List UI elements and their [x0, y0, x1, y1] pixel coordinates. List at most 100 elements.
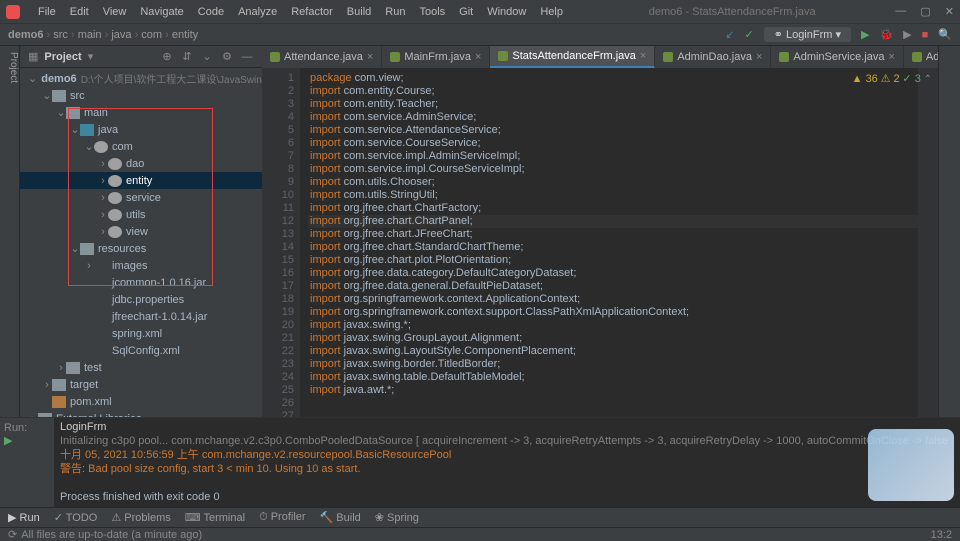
window-controls[interactable]: — ▢ ✕ — [895, 5, 954, 18]
menu-git[interactable]: Git — [453, 4, 479, 20]
stop-icon[interactable]: ■ — [922, 29, 929, 41]
code-line[interactable]: import javax.swing.GroupLayout.Alignment… — [308, 332, 918, 345]
tree-node[interactable]: ›dao — [20, 155, 262, 172]
breadcrumb-path[interactable]: demo6 › src › main › java › com › entity — [8, 29, 198, 41]
editor-tab[interactable]: AdminService.java× — [771, 46, 904, 68]
tree-node[interactable]: pom.xml — [20, 393, 262, 410]
close-tab-icon[interactable]: × — [888, 51, 894, 63]
caret-position[interactable]: 13:2 — [931, 529, 952, 541]
minimize-icon[interactable]: — — [895, 5, 906, 18]
close-tab-icon[interactable]: × — [756, 51, 762, 63]
close-icon[interactable]: ✕ — [945, 5, 954, 18]
code-area[interactable]: package com.view;import com.entity.Cours… — [300, 68, 918, 417]
code-line[interactable]: import com.service.impl.CourseServiceImp… — [308, 163, 918, 176]
menu-window[interactable]: Window — [481, 4, 532, 20]
tree-node[interactable]: ›entity — [20, 172, 262, 189]
tool-profiler[interactable]: ⏱ Profiler — [259, 511, 305, 524]
rerun-icon[interactable]: ▶ — [4, 435, 12, 447]
coverage-icon[interactable]: ▶ — [903, 28, 911, 41]
bottom-tool-bar[interactable]: ▶ Run ✓ TODO ⚠ Problems ⌨ Terminal ⏱ Profile… — [0, 507, 960, 527]
code-line[interactable]: import org.jfree.chart.plot.PlotOrientat… — [308, 254, 918, 267]
code-line[interactable]: import org.jfree.data.general.DefaultPie… — [308, 280, 918, 293]
tree-node[interactable]: jfreechart-1.0.14.jar — [20, 308, 262, 325]
tree-node[interactable]: ›utils — [20, 206, 262, 223]
code-line[interactable]: import org.springframework.context.Appli… — [308, 293, 918, 306]
hide-icon[interactable]: — — [240, 51, 254, 63]
git-update-icon[interactable]: ↙ — [725, 28, 734, 41]
tree-node[interactable]: jcommon-1.0.16.jar — [20, 274, 262, 291]
editor-tab[interactable]: Attendance.java× — [262, 46, 382, 68]
breadcrumb-segment[interactable]: entity — [172, 29, 198, 41]
right-tool-strip[interactable] — [938, 46, 960, 417]
gear-icon[interactable]: ⚙ — [220, 50, 234, 63]
tool-run[interactable]: ▶ Run — [8, 511, 40, 524]
tool-problems[interactable]: ⚠ Problems — [111, 511, 170, 524]
tool-build[interactable]: 🔨 Build — [320, 511, 361, 524]
menu-file[interactable]: File — [32, 4, 62, 20]
git-commit-icon[interactable]: ✓ — [744, 28, 753, 41]
maximize-icon[interactable]: ▢ — [920, 5, 930, 18]
code-line[interactable]: import com.service.CourseService; — [308, 137, 918, 150]
editor-tab[interactable]: AdminDao.java× — [655, 46, 771, 68]
debug-icon[interactable]: 🐞 — [879, 28, 893, 41]
tree-node[interactable]: jdbc.properties — [20, 291, 262, 308]
code-line[interactable]: import com.service.AttendanceService; — [308, 124, 918, 137]
breadcrumb-segment[interactable]: java — [111, 29, 131, 41]
menu-help[interactable]: Help — [534, 4, 569, 20]
tool-terminal[interactable]: ⌨ Terminal — [185, 511, 245, 524]
code-line[interactable]: import java.awt.*; — [308, 384, 918, 397]
code-line[interactable]: import org.jfree.chart.ChartFactory; — [308, 202, 918, 215]
code-line[interactable]: import javax.swing.*; — [308, 319, 918, 332]
code-line[interactable]: import javax.swing.LayoutStyle.Component… — [308, 345, 918, 358]
code-line[interactable]: import org.jfree.chart.StandardChartThem… — [308, 241, 918, 254]
menu-run[interactable]: Run — [379, 4, 411, 20]
code-line[interactable]: import org.jfree.chart.JFreeChart; — [308, 228, 918, 241]
code-line[interactable]: package com.view; — [308, 72, 918, 85]
menu-tools[interactable]: Tools — [413, 4, 451, 20]
code-line[interactable]: import org.jfree.chart.ChartPanel; — [308, 215, 918, 228]
code-line[interactable]: import com.service.AdminService; — [308, 111, 918, 124]
menu-navigate[interactable]: Navigate — [134, 4, 189, 20]
left-tool-strip[interactable]: Project — [0, 46, 20, 417]
code-line[interactable]: import com.utils.Chooser; — [308, 176, 918, 189]
project-tree[interactable]: ⌄demo6D:\个人项目\软件工程大二课设\JavaSwing\demo6⌄s… — [20, 68, 262, 417]
editor-tab[interactable]: AddCourseFrm.java× — [904, 46, 938, 68]
code-line[interactable]: import javax.swing.table.DefaultTableMod… — [308, 371, 918, 384]
menu-edit[interactable]: Edit — [64, 4, 95, 20]
run-icon[interactable]: ▶ — [861, 28, 869, 41]
code-line[interactable]: import com.entity.Course; — [308, 85, 918, 98]
code-line[interactable]: import com.entity.Teacher; — [308, 98, 918, 111]
tree-node[interactable]: ›target — [20, 376, 262, 393]
tree-node[interactable]: ⌄src — [20, 87, 262, 104]
code-line[interactable]: import javax.swing.border.TitledBorder; — [308, 358, 918, 371]
editor-body[interactable]: 1234567891011121314151617181920212223242… — [262, 68, 938, 417]
tree-node[interactable]: ⌄java — [20, 121, 262, 138]
select-opened-icon[interactable]: ⊕ — [160, 50, 174, 63]
tree-node[interactable]: ⌄main — [20, 104, 262, 121]
tree-node[interactable]: ›service — [20, 189, 262, 206]
code-line[interactable]: import com.service.impl.AdminServiceImpl… — [308, 150, 918, 163]
editor-tab[interactable]: StatsAttendanceFrm.java× — [490, 46, 655, 68]
expand-all-icon[interactable]: ⇵ — [180, 50, 194, 63]
tool-todo[interactable]: ✓ TODO — [54, 511, 98, 524]
editor-tabs[interactable]: Attendance.java×MainFrm.java×StatsAttend… — [262, 46, 938, 68]
code-line[interactable]: import org.jfree.data.category.DefaultCa… — [308, 267, 918, 280]
search-icon[interactable]: 🔍 — [938, 28, 952, 41]
code-line[interactable]: import org.springframework.context.suppo… — [308, 306, 918, 319]
vcs-status-icon[interactable]: ⟳ — [8, 528, 17, 541]
close-tab-icon[interactable]: × — [640, 50, 646, 62]
inspections-widget[interactable]: ▲ 36 ⚠ 2 ✓ 3 ⌃ — [852, 72, 932, 85]
editor-tab[interactable]: MainFrm.java× — [382, 46, 490, 68]
minimap-scrollbar[interactable] — [918, 68, 938, 417]
tree-node[interactable]: spring.xml — [20, 325, 262, 342]
breadcrumb-segment[interactable]: com — [141, 29, 162, 41]
run-console[interactable]: LoginFrm Initializing c3p0 pool... com.m… — [54, 418, 960, 507]
tree-node[interactable]: ⌄resources — [20, 240, 262, 257]
tree-node[interactable]: ›view — [20, 223, 262, 240]
menu-code[interactable]: Code — [192, 4, 230, 20]
code-line[interactable]: import com.utils.StringUtil; — [308, 189, 918, 202]
tree-node[interactable]: ›images — [20, 257, 262, 274]
close-tab-icon[interactable]: × — [475, 51, 481, 63]
collapse-all-icon[interactable]: ⌄ — [200, 50, 214, 63]
tree-node[interactable]: ⌄com — [20, 138, 262, 155]
